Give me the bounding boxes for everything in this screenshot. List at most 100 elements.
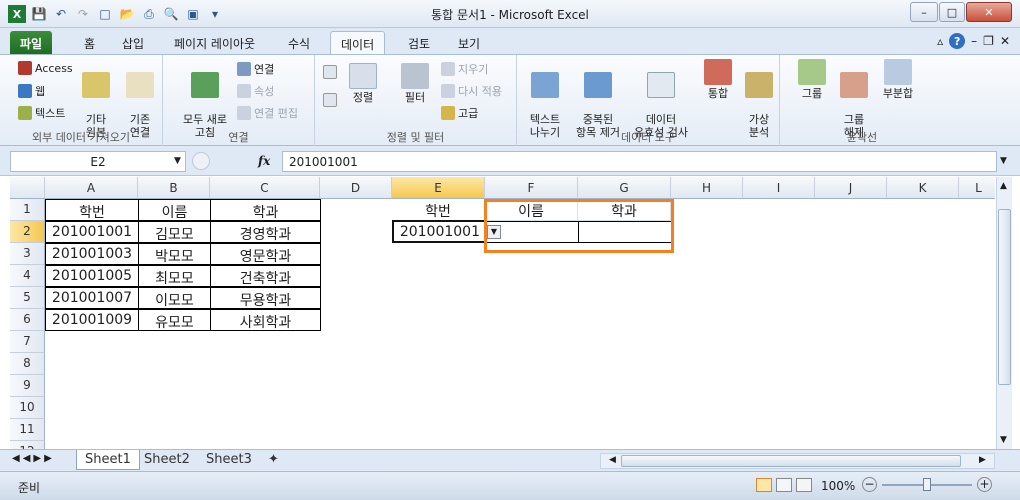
row-header-11[interactable]: 11 bbox=[10, 419, 45, 441]
what-if-analysis-button[interactable]: 가상 분석 bbox=[741, 59, 777, 139]
row-header-4[interactable]: 4 bbox=[10, 265, 45, 287]
doc-minimize-icon[interactable]: – bbox=[971, 34, 977, 48]
horizontal-scrollbar[interactable]: ◀ ▶ bbox=[600, 453, 995, 469]
maximize-button[interactable]: □ bbox=[939, 2, 965, 22]
cell-a1[interactable]: 학번 bbox=[45, 199, 139, 221]
select-all-corner[interactable] bbox=[10, 177, 45, 199]
zoom-in-icon[interactable]: + bbox=[977, 477, 992, 492]
sort-button[interactable]: 정렬 bbox=[345, 63, 381, 104]
column-header-f[interactable]: F bbox=[485, 177, 578, 199]
row-header-3[interactable]: 3 bbox=[10, 243, 45, 265]
reapply-button[interactable]: 다시 적용 bbox=[441, 83, 502, 99]
help-icon[interactable]: ? bbox=[949, 33, 966, 49]
cell-a2[interactable]: 201001001 bbox=[45, 221, 139, 243]
row-header-2[interactable]: 2 bbox=[10, 221, 45, 243]
name-box-dropdown-icon[interactable]: ▼ bbox=[174, 156, 181, 166]
scroll-down-icon[interactable]: ▼ bbox=[1000, 435, 1007, 445]
tab-review[interactable]: 검토 bbox=[398, 31, 440, 54]
column-header-d[interactable]: D bbox=[320, 177, 392, 199]
cell-a6[interactable]: 201001009 bbox=[45, 309, 139, 331]
sort-za-button[interactable] bbox=[323, 93, 337, 107]
page-break-view-icon[interactable] bbox=[796, 478, 812, 492]
row-header-6[interactable]: 6 bbox=[10, 309, 45, 331]
ungroup-button[interactable]: 그룹 해제 bbox=[836, 59, 872, 139]
column-header-l[interactable]: L bbox=[959, 177, 995, 199]
column-header-h[interactable]: H bbox=[671, 177, 743, 199]
column-header-b[interactable]: B bbox=[138, 177, 210, 199]
column-header-i[interactable]: I bbox=[743, 177, 815, 199]
expand-formula-bar-icon[interactable]: ▼ bbox=[1000, 156, 1007, 166]
tab-insert[interactable]: 삽입 bbox=[112, 31, 154, 54]
column-header-e[interactable]: E bbox=[392, 177, 485, 199]
cell-a5[interactable]: 201001007 bbox=[45, 287, 139, 309]
cell-b6[interactable]: 유모모 bbox=[138, 309, 211, 331]
scroll-left-icon[interactable]: ◀ bbox=[609, 455, 616, 465]
cell-c5[interactable]: 무용학과 bbox=[210, 287, 321, 309]
tab-formulas[interactable]: 수식 bbox=[278, 31, 320, 54]
cell-c6[interactable]: 사회학과 bbox=[210, 309, 321, 331]
remove-duplicates-button[interactable]: 중복된 항목 제거 bbox=[569, 59, 627, 139]
scroll-right-icon[interactable]: ▶ bbox=[979, 455, 986, 465]
column-header-c[interactable]: C bbox=[210, 177, 320, 199]
scroll-up-icon[interactable]: ▲ bbox=[1000, 181, 1007, 191]
row-header-10[interactable]: 10 bbox=[10, 397, 45, 419]
advanced-filter-button[interactable]: 고급 bbox=[441, 105, 478, 121]
row-header-1[interactable]: 1 bbox=[10, 199, 45, 221]
properties-button[interactable]: 속성 bbox=[237, 83, 274, 99]
row-header-8[interactable]: 8 bbox=[10, 353, 45, 375]
cell-b4[interactable]: 최모모 bbox=[138, 265, 211, 287]
column-header-a[interactable]: A bbox=[45, 177, 138, 199]
doc-close-icon[interactable]: ✕ bbox=[1000, 34, 1010, 48]
cell-a4[interactable]: 201001005 bbox=[45, 265, 139, 287]
sheet-tab-sheet1[interactable]: Sheet1 bbox=[76, 450, 140, 470]
existing-connections-button[interactable]: 기존 연결 bbox=[122, 59, 158, 139]
row-header-7[interactable]: 7 bbox=[10, 331, 45, 353]
edit-links-button[interactable]: 연결 편집 bbox=[237, 105, 298, 121]
cell-a3[interactable]: 201001003 bbox=[45, 243, 139, 265]
row-header-5[interactable]: 5 bbox=[10, 287, 45, 309]
cell-c1[interactable]: 학과 bbox=[210, 199, 321, 221]
worksheet-grid[interactable]: A B C D E F G H I J K L 1 2 3 4 5 6 7 8 … bbox=[10, 177, 995, 449]
normal-view-icon[interactable] bbox=[756, 478, 772, 492]
cell-b2[interactable]: 김모모 bbox=[138, 221, 211, 243]
tab-file[interactable]: 파일 bbox=[10, 31, 53, 54]
formula-cancel-icon[interactable] bbox=[192, 152, 210, 170]
subtotal-button[interactable]: 부분합 bbox=[878, 59, 918, 100]
group-button[interactable]: 그룹 bbox=[794, 59, 830, 100]
connections-button[interactable]: 연결 bbox=[237, 61, 274, 77]
zoom-level[interactable]: 100% bbox=[821, 479, 855, 493]
vertical-scrollbar[interactable]: ▲ ▼ bbox=[996, 177, 1012, 449]
refresh-all-button[interactable]: 모두 새로 고침 bbox=[177, 59, 233, 139]
text-import-button[interactable]: 텍스트 bbox=[18, 105, 65, 121]
zoom-slider-thumb[interactable] bbox=[923, 478, 931, 491]
filter-button[interactable]: 필터 bbox=[397, 63, 433, 104]
horizontal-scroll-thumb[interactable] bbox=[621, 455, 961, 467]
column-header-g[interactable]: G bbox=[578, 177, 671, 199]
tab-data[interactable]: 데이터 bbox=[330, 31, 386, 54]
cell-c2[interactable]: 경영학과 bbox=[210, 221, 321, 243]
cell-c4[interactable]: 건축학과 bbox=[210, 265, 321, 287]
web-button[interactable]: 웹 bbox=[18, 83, 45, 99]
tab-home[interactable]: 홈 bbox=[74, 31, 105, 54]
sort-az-button[interactable] bbox=[323, 65, 337, 79]
cell-e1[interactable]: 학번 bbox=[392, 199, 485, 221]
name-box[interactable]: E2 bbox=[10, 151, 186, 172]
formula-input[interactable]: 201001001 bbox=[282, 151, 997, 172]
consolidate-button[interactable]: 통합 bbox=[699, 59, 737, 100]
cell-b1[interactable]: 이름 bbox=[138, 199, 211, 221]
column-header-k[interactable]: K bbox=[887, 177, 959, 199]
vertical-scroll-thumb[interactable] bbox=[998, 209, 1011, 385]
tab-view[interactable]: 보기 bbox=[448, 31, 490, 54]
text-to-columns-button[interactable]: 텍스트 나누기 bbox=[523, 59, 567, 139]
minimize-button[interactable]: – bbox=[910, 2, 938, 22]
cell-e2-active[interactable]: 201001001 bbox=[392, 220, 486, 243]
page-layout-view-icon[interactable] bbox=[776, 478, 792, 492]
row-header-9[interactable]: 9 bbox=[10, 375, 45, 397]
doc-restore-icon[interactable]: ❐ bbox=[983, 34, 994, 48]
insert-function-icon[interactable]: fx bbox=[258, 154, 270, 168]
sheet-tab-sheet2[interactable]: Sheet2 bbox=[136, 450, 198, 470]
tab-page-layout[interactable]: 페이지 레이아웃 bbox=[164, 31, 265, 54]
cell-c3[interactable]: 영문학과 bbox=[210, 243, 321, 265]
sheet-nav-arrows-icon[interactable]: ◀◀▶▶ bbox=[12, 453, 55, 464]
clear-filter-button[interactable]: 지우기 bbox=[441, 61, 488, 77]
